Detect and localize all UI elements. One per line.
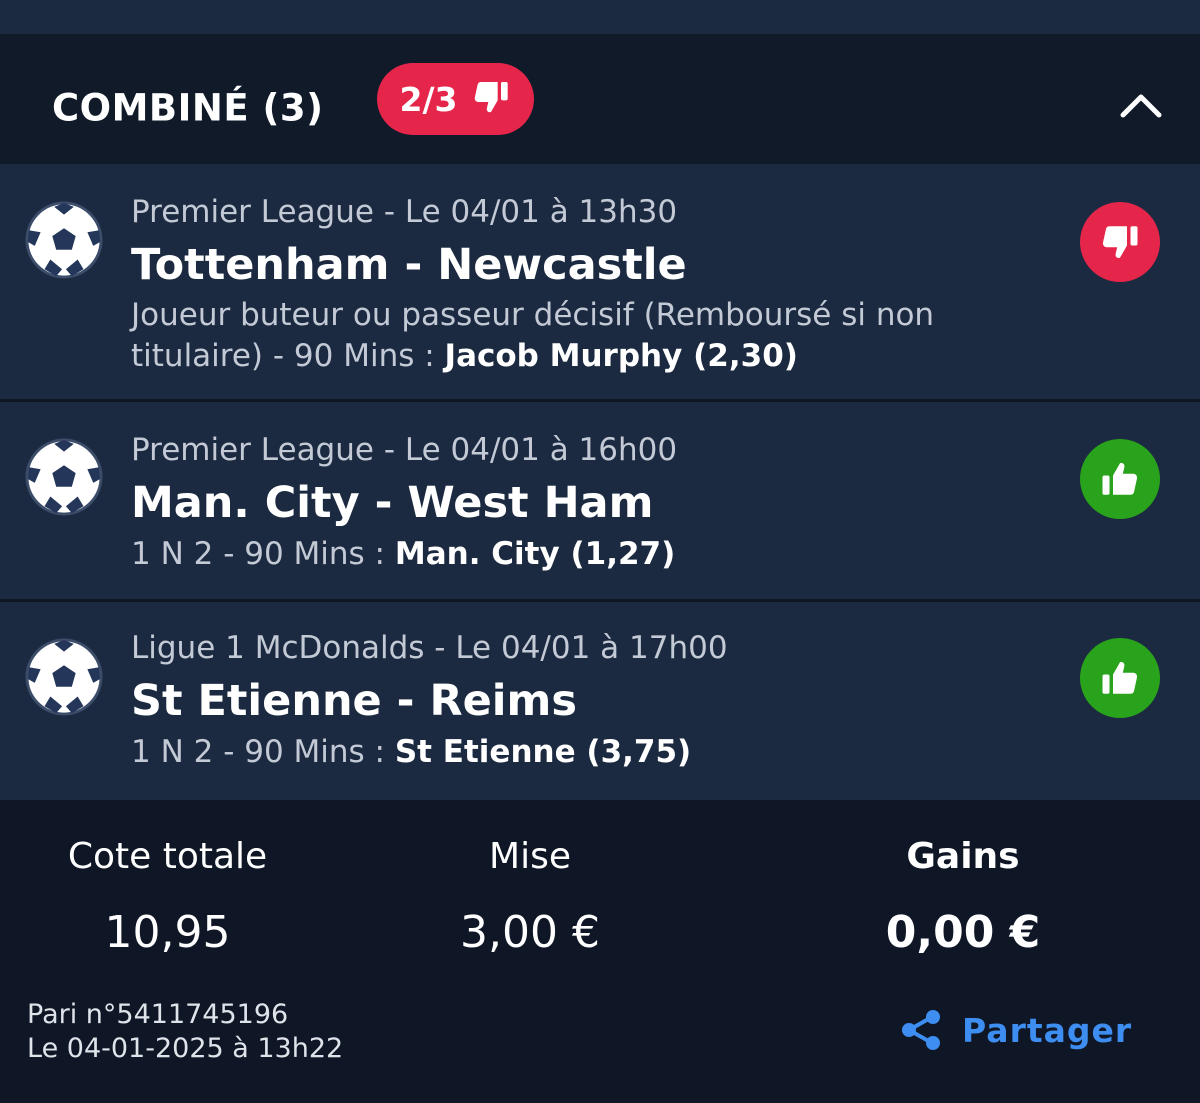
bet-number: Pari n°5411745196 (27, 999, 289, 1030)
top-strip (0, 0, 1200, 34)
collapse-button[interactable] (1115, 79, 1167, 131)
share-icon (902, 1010, 940, 1050)
stake-value: 3,00 € (460, 907, 600, 958)
winnings-value: 0,00 € (885, 907, 1041, 958)
thumbs-up-icon (1102, 662, 1138, 694)
bet-list: Premier League - Le 04/01 à 13h30 Totten… (0, 164, 1200, 800)
bet-item[interactable]: Ligue 1 McDonalds - Le 04/01 à 17h00 St … (0, 602, 1200, 800)
total-odds: Cote totale 10,95 (40, 836, 295, 958)
bet-market: 1 N 2 - 90 Mins : (131, 734, 395, 770)
bet-summary: Cote totale 10,95 Mise 3,00 € Gains 0,00… (0, 800, 1200, 1103)
result-badge-count: 2/3 (399, 79, 458, 119)
match-title: Man. City - West Ham (131, 478, 654, 528)
thumbs-up-icon (1102, 463, 1138, 495)
bet-status-won (1080, 638, 1160, 718)
bet-selection: St Etienne (3,75) (394, 734, 692, 770)
soccer-ball-icon (25, 638, 103, 716)
bet-status-won (1080, 439, 1160, 519)
bet-meta: Premier League - Le 04/01 à 13h30 (131, 194, 678, 230)
bet-description: 1 N 2 - 90 Mins : St Etienne (3,75) (131, 732, 1031, 773)
bet-description: 1 N 2 - 90 Mins : Man. City (1,27) (131, 534, 1031, 575)
soccer-ball-icon (25, 201, 103, 279)
soccer-ball-icon (25, 438, 103, 516)
winnings: Gains 0,00 € (853, 836, 1073, 958)
bet-description: Joueur buteur ou passeur décisif (Rembou… (131, 295, 1031, 377)
bet-info: Pari n°5411745196 Le 04-01-2025 à 13h22 (27, 998, 343, 1066)
combo-title: COMBINÉ (3) (52, 86, 324, 130)
thumbs-down-icon (1102, 226, 1138, 258)
total-odds-value: 10,95 (104, 907, 231, 958)
combo-header[interactable]: COMBINÉ (3) 2/3 (0, 34, 1200, 164)
bet-status-lost (1080, 202, 1160, 282)
stake: Mise 3,00 € (420, 836, 640, 958)
match-title: Tottenham - Newcastle (131, 240, 687, 290)
result-badge: 2/3 (377, 63, 534, 135)
thumbs-down-icon (471, 77, 511, 121)
share-button[interactable]: Partager (898, 1007, 1132, 1053)
bet-meta: Premier League - Le 04/01 à 16h00 (131, 432, 678, 468)
winnings-label: Gains (906, 836, 1020, 877)
bet-selection: Jacob Murphy (2,30) (444, 338, 798, 374)
match-title: St Etienne - Reims (131, 676, 577, 726)
share-label: Partager (962, 1010, 1133, 1050)
bet-selection: Man. City (1,27) (394, 536, 676, 572)
bet-item[interactable]: Premier League - Le 04/01 à 13h30 Totten… (0, 164, 1200, 402)
total-odds-label: Cote totale (67, 836, 268, 877)
stake-label: Mise (489, 836, 571, 877)
chevron-up-icon (1120, 94, 1162, 118)
bet-meta: Ligue 1 McDonalds - Le 04/01 à 17h00 (131, 630, 728, 666)
bet-market: 1 N 2 - 90 Mins : (131, 536, 395, 572)
bet-date: Le 04-01-2025 à 13h22 (27, 1033, 344, 1064)
bet-item[interactable]: Premier League - Le 04/01 à 16h00 Man. C… (0, 402, 1200, 602)
